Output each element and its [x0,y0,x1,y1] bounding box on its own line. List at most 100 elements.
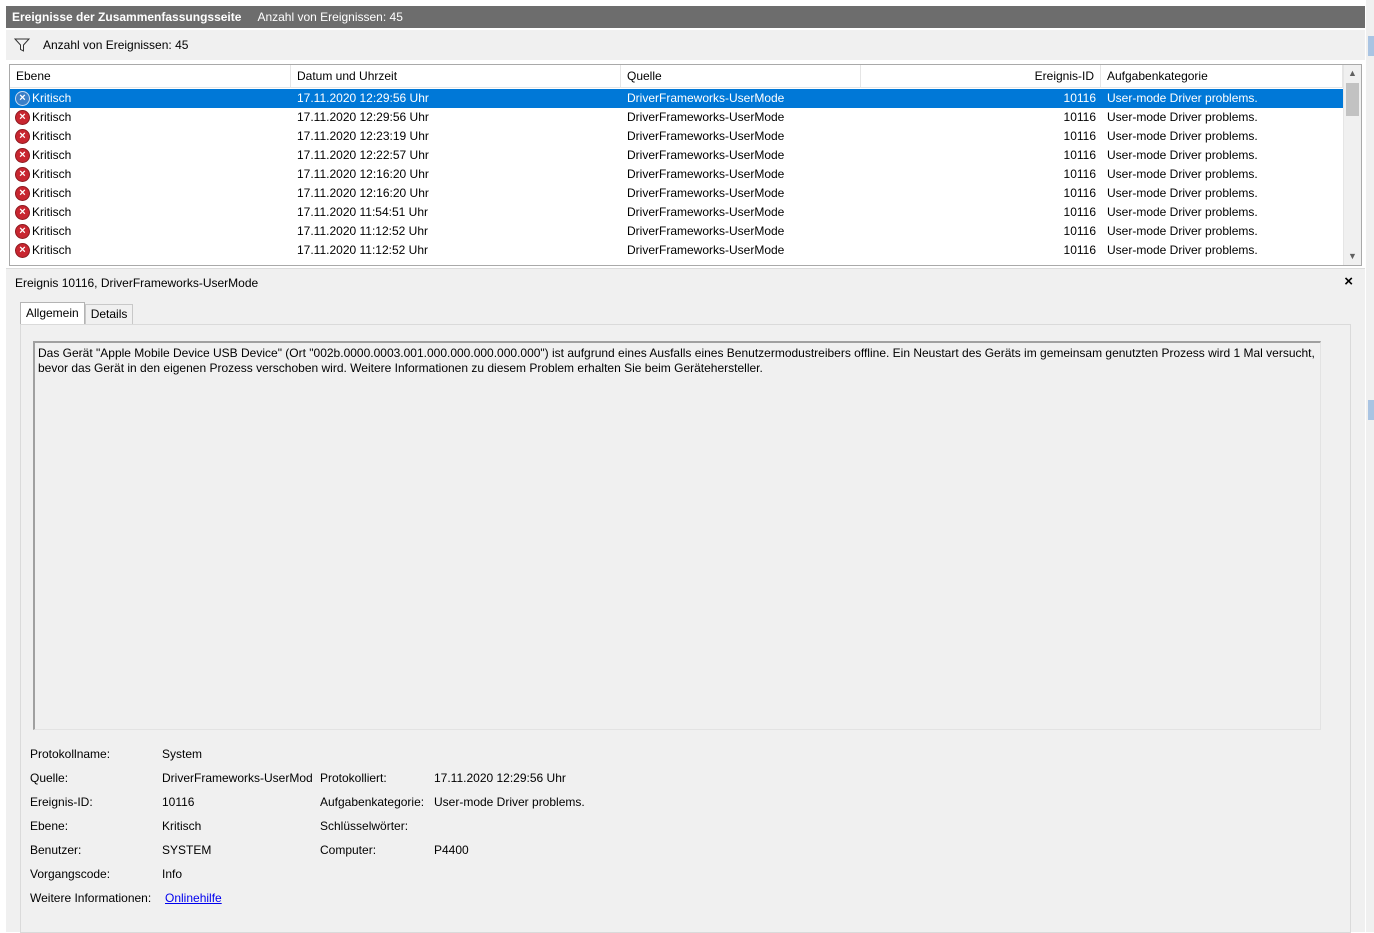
keywords-label: Schlüsselwörter: [320,819,409,833]
edge-marker [1368,36,1374,56]
event-id-cell: 10116 [1063,224,1096,238]
tab-general[interactable]: Allgemein [20,302,85,325]
source-value: DriverFrameworks-UserMod [162,771,313,785]
category-cell: User-mode Driver problems. [1107,148,1258,162]
critical-error-icon: × [15,129,30,144]
event-id-cell: 10116 [1063,110,1096,124]
level-cell: Kritisch [32,186,72,200]
column-header-level[interactable]: Ebene [10,65,291,88]
column-header-date[interactable]: Datum und Uhrzeit [291,65,621,88]
category-cell: User-mode Driver problems. [1107,129,1258,143]
table-row[interactable]: × Kritisch 17.11.2020 11:12:52 Uhr DriverFr… [10,222,1343,241]
source-cell: DriverFrameworks-UserMode [627,129,785,143]
more-info-label: Weitere Informationen: [30,891,152,905]
close-icon[interactable]: × [1344,273,1353,290]
log-name-label: Protokollname: [30,747,111,761]
event-id-label: Ereignis-ID: [30,795,93,809]
critical-error-icon: × [15,205,30,220]
scroll-thumb[interactable] [1346,83,1359,116]
opcode-label: Vorgangscode: [30,867,111,881]
date-cell: 17.11.2020 11:12:52 Uhr [297,243,428,257]
table-row[interactable]: × Kritisch 17.11.2020 12:16:20 Uhr DriverFr… [10,184,1343,203]
event-id-cell: 10116 [1063,148,1096,162]
date-cell: 17.11.2020 12:22:57 Uhr [297,148,429,162]
user-label: Benutzer: [30,843,82,857]
edge-marker [1368,400,1374,420]
task-category-label: Aufgabenkategorie: [320,795,425,809]
level-cell: Kritisch [32,91,72,105]
source-label: Quelle: [30,771,69,785]
table-row[interactable]: × Kritisch 17.11.2020 12:23:19 Uhr DriverFr… [10,127,1343,146]
source-cell: DriverFrameworks-UserMode [627,224,785,238]
category-cell: User-mode Driver problems. [1107,167,1258,181]
source-cell: DriverFrameworks-UserMode [627,167,785,181]
event-list[interactable]: Ebene Datum und Uhrzeit Quelle Ereignis-… [9,64,1362,266]
event-id-cell: 10116 [1063,186,1096,200]
level-cell: Kritisch [32,129,72,143]
source-cell: DriverFrameworks-UserMode [627,186,785,200]
critical-error-icon: × [15,167,30,182]
filter-count-text: Anzahl von Ereignissen: 45 [43,38,189,52]
event-id-cell: 10116 [1063,205,1096,219]
scroll-down-arrow-icon[interactable]: ▼ [1344,248,1361,265]
column-header-category[interactable]: Aufgabenkategorie [1101,65,1343,88]
table-row[interactable]: × Kritisch 17.11.2020 11:54:51 Uhr DriverFr… [10,203,1343,222]
online-help-link[interactable]: Onlinehilfe [165,891,222,905]
level-cell: Kritisch [32,205,72,219]
critical-error-icon: × [15,224,30,239]
tab-details[interactable]: Details [84,304,134,325]
computer-value: P4400 [434,843,469,857]
event-list-header: Ebene Datum und Uhrzeit Quelle Ereignis-… [10,65,1343,88]
event-id-cell: 10116 [1063,91,1096,105]
date-cell: 17.11.2020 12:29:56 Uhr [297,110,429,124]
source-cell: DriverFrameworks-UserMode [627,243,785,257]
category-cell: User-mode Driver problems. [1107,205,1258,219]
category-cell: User-mode Driver problems. [1107,186,1258,200]
general-tab-panel: Das Gerät "Apple Mobile Device USB Devic… [20,324,1351,933]
summary-events-titlebar: Ereignisse der Zusammenfassungsseite Anz… [6,6,1365,28]
table-row[interactable]: × Kritisch 17.11.2020 12:22:57 Uhr DriverFr… [10,146,1343,165]
window-right-edge [1366,0,1374,932]
event-id-cell: 10116 [1063,167,1096,181]
source-cell: DriverFrameworks-UserMode [627,148,785,162]
opcode-value: Info [162,867,183,881]
user-value: SYSTEM [162,843,212,857]
event-rows: × Kritisch 17.11.2020 12:29:56 Uhr DriverFr… [10,89,1343,260]
critical-error-icon: × [15,148,30,163]
category-cell: User-mode Driver problems. [1107,243,1258,257]
column-header-event-id[interactable]: Ereignis-ID [861,65,1101,88]
event-list-scrollbar[interactable]: ▲ ▼ [1343,65,1361,265]
category-cell: User-mode Driver problems. [1107,91,1258,105]
level-label: Ebene: [30,819,69,833]
funnel-icon[interactable] [14,38,30,52]
detail-title: Ereignis 10116, DriverFrameworks-UserMod… [15,276,259,290]
scroll-up-arrow-icon[interactable]: ▲ [1344,65,1361,82]
level-cell: Kritisch [32,167,72,181]
event-id-cell: 10116 [1063,129,1096,143]
event-detail-pane: Ereignis 10116, DriverFrameworks-UserMod… [6,268,1365,933]
filter-bar: Anzahl von Ereignissen: 45 [6,30,1365,60]
level-cell: Kritisch [32,243,72,257]
critical-error-icon: × [15,110,30,125]
level-cell: Kritisch [32,224,72,238]
table-row[interactable]: × Kritisch 17.11.2020 12:16:20 Uhr DriverFr… [10,165,1343,184]
level-value: Kritisch [162,819,202,833]
table-row[interactable]: × Kritisch 17.11.2020 11:12:52 Uhr DriverFr… [10,241,1343,260]
event-id-cell: 10116 [1063,243,1096,257]
category-cell: User-mode Driver problems. [1107,224,1258,238]
logged-value: 17.11.2020 12:29:56 Uhr [434,771,566,785]
event-description[interactable]: Das Gerät "Apple Mobile Device USB Devic… [33,341,1321,730]
date-cell: 17.11.2020 12:16:20 Uhr [297,167,429,181]
log-name-value: System [162,747,203,761]
titlebar-title: Ereignisse der Zusammenfassungsseite [12,10,242,24]
critical-error-icon: × [15,186,30,201]
source-cell: DriverFrameworks-UserMode [627,205,785,219]
column-header-source[interactable]: Quelle [621,65,861,88]
table-row[interactable]: × Kritisch 17.11.2020 12:29:56 Uhr DriverFr… [10,89,1343,108]
table-row[interactable]: × Kritisch 17.11.2020 12:29:56 Uhr DriverFr… [10,108,1343,127]
date-cell: 17.11.2020 12:29:56 Uhr [297,91,429,105]
source-cell: DriverFrameworks-UserMode [627,110,785,124]
source-cell: DriverFrameworks-UserMode [627,91,785,105]
titlebar-count: Anzahl von Ereignissen: 45 [257,10,403,24]
computer-label: Computer: [320,843,377,857]
